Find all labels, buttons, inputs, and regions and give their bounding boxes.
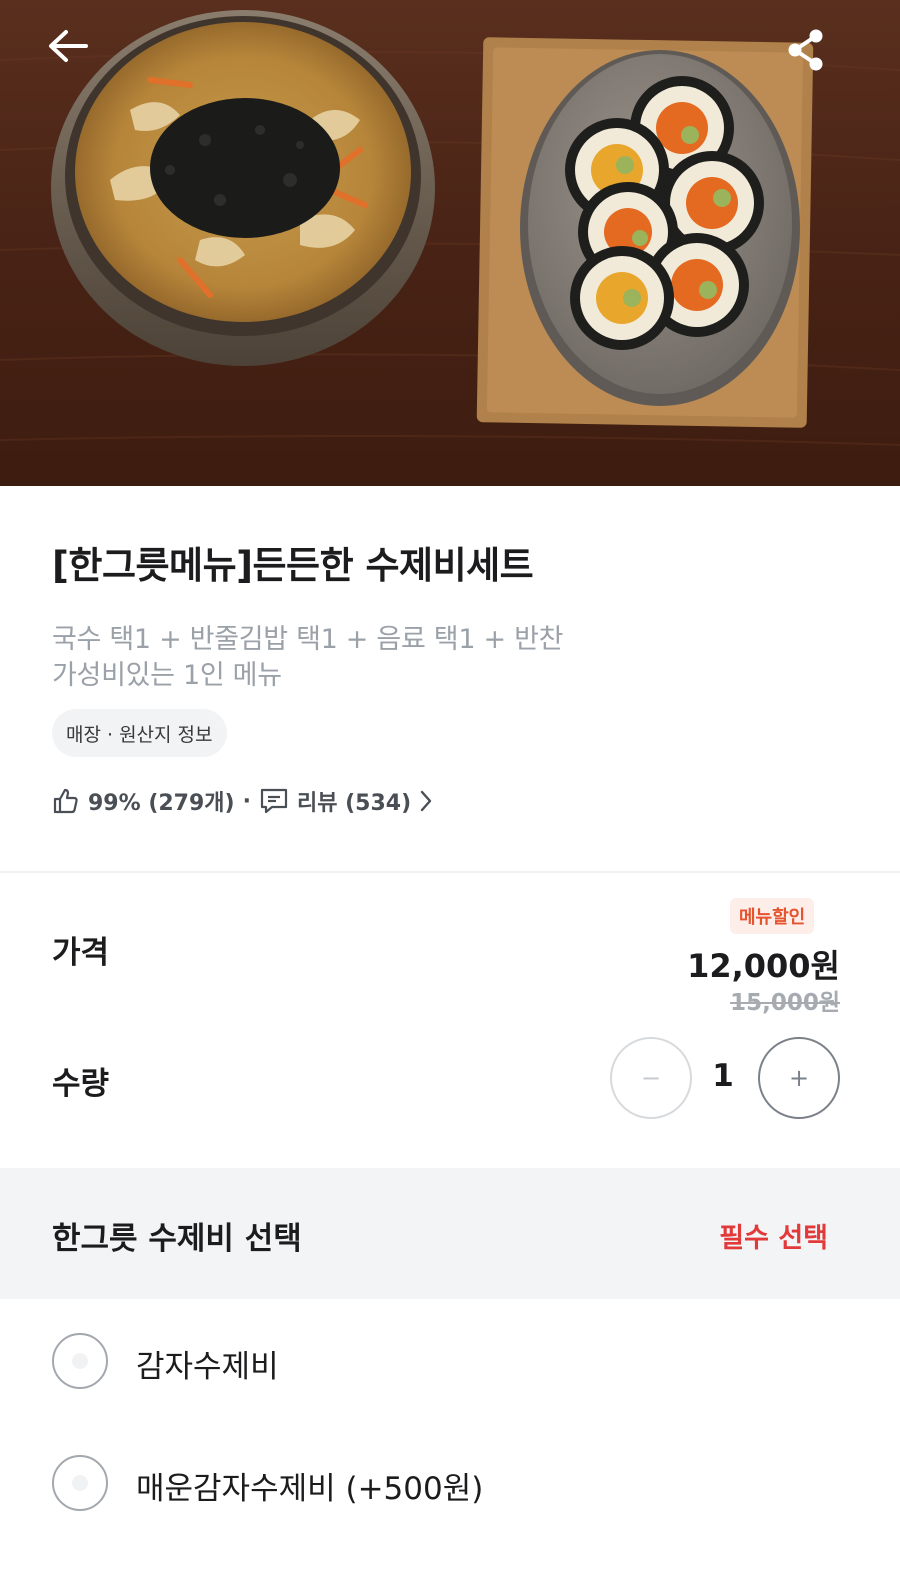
radio-dot xyxy=(72,1475,88,1491)
share-button[interactable] xyxy=(786,28,850,92)
option-item[interactable]: 감자수제비 xyxy=(0,1306,900,1416)
origin-info-chip[interactable]: 매장 · 원산지 정보 xyxy=(52,709,227,757)
share-icon xyxy=(788,29,823,71)
option-group-title: 한그릇 수제비 선택 xyxy=(52,1221,302,1257)
quantity-label: 수량 xyxy=(52,1066,110,1102)
current-price: 12,000원 xyxy=(687,947,840,985)
menu-hero-image xyxy=(0,0,900,486)
radio-button[interactable] xyxy=(52,1333,108,1389)
decrease-quantity-button[interactable]: − xyxy=(610,1037,692,1119)
price-label: 가격 xyxy=(52,935,110,971)
original-price: 15,000원 xyxy=(730,990,840,1016)
rating-value: 99% (279개) xyxy=(88,791,235,816)
thumbs-up-icon xyxy=(52,787,80,815)
increase-quantity-button[interactable]: + xyxy=(758,1037,840,1119)
back-button[interactable] xyxy=(46,28,110,92)
food-photo xyxy=(0,10,900,446)
quantity-value: 1 xyxy=(712,1058,734,1094)
menu-description-line2: 가성비있는 1인 메뉴 xyxy=(52,660,282,691)
option-group-header: 한그릇 수제비 선택 필수 선택 xyxy=(0,1168,900,1299)
option-item[interactable]: 매운감자수제비 (+500원) xyxy=(0,1428,900,1538)
review-count: 리뷰 (534) xyxy=(296,791,412,816)
discount-badge: 메뉴할인 xyxy=(730,898,815,934)
chevron-right-icon xyxy=(419,789,433,813)
radio-button[interactable] xyxy=(52,1455,108,1511)
required-label: 필수 선택 xyxy=(719,1223,828,1254)
comment-icon xyxy=(259,787,289,815)
menu-title: [한그릇메뉴]든든한 수제비세트 xyxy=(52,544,534,587)
menu-description-line1: 국수 택1 + 반줄김밥 택1 + 음료 택1 + 반찬 xyxy=(52,624,564,655)
rating-review-row[interactable]: 99% (279개) · 리뷰 (534) xyxy=(52,782,433,820)
option-label: 매운감자수제비 (+500원) xyxy=(136,1471,484,1507)
section-divider xyxy=(0,871,900,873)
radio-dot xyxy=(72,1353,88,1369)
option-label: 감자수제비 xyxy=(136,1349,279,1385)
separator-dot: · xyxy=(242,788,251,814)
arrow-left-icon xyxy=(49,30,88,62)
